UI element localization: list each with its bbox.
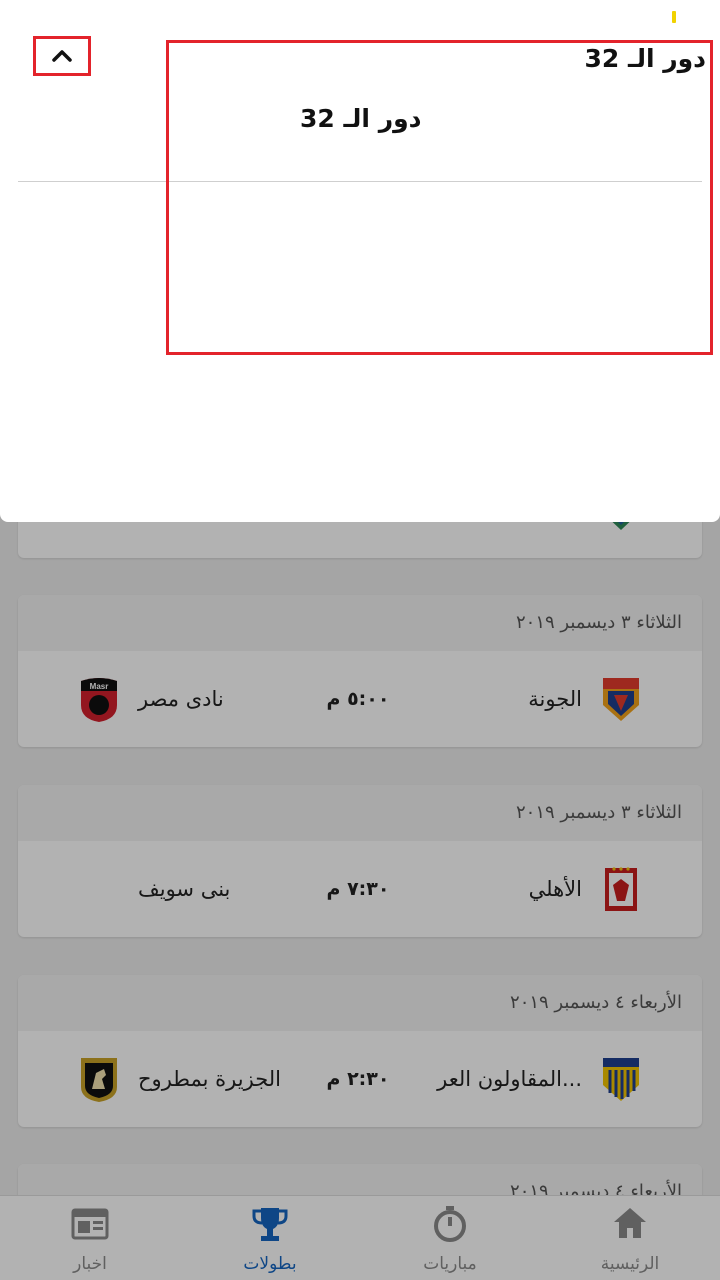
matches-screen: الثلاثاء ٣ ديسمبر ٢٠١٩ الجونة ٥:٠٠ م Mas…	[0, 0, 720, 1280]
round-selector-sheet: دور الـ 32 دور الـ 32	[0, 0, 720, 522]
status-indicator	[672, 11, 676, 23]
collapse-button[interactable]	[33, 36, 91, 76]
chevron-up-icon	[52, 50, 72, 62]
round-list-highlight	[166, 40, 713, 355]
